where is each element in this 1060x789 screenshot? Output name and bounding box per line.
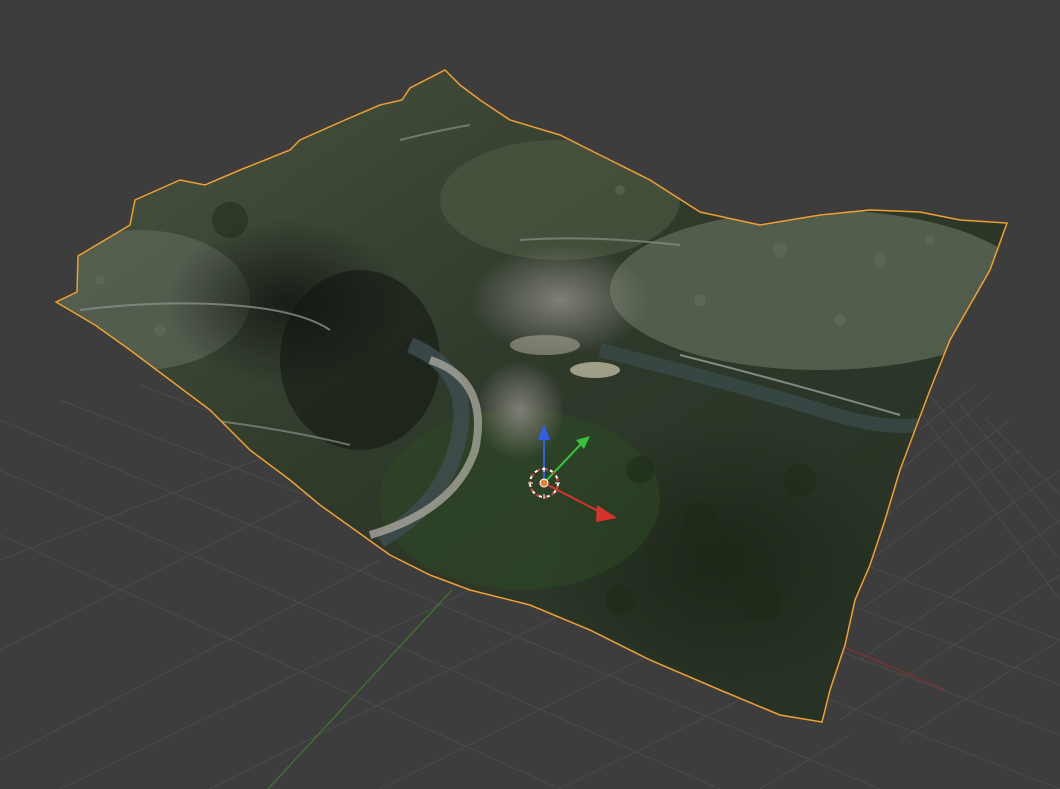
x-axis-line [839,644,946,691]
viewport-canvas[interactable] [0,0,1060,789]
y-axis-line [267,589,453,789]
3d-viewport[interactable] [0,0,1060,789]
terrain-mesh[interactable] [30,69,1030,723]
